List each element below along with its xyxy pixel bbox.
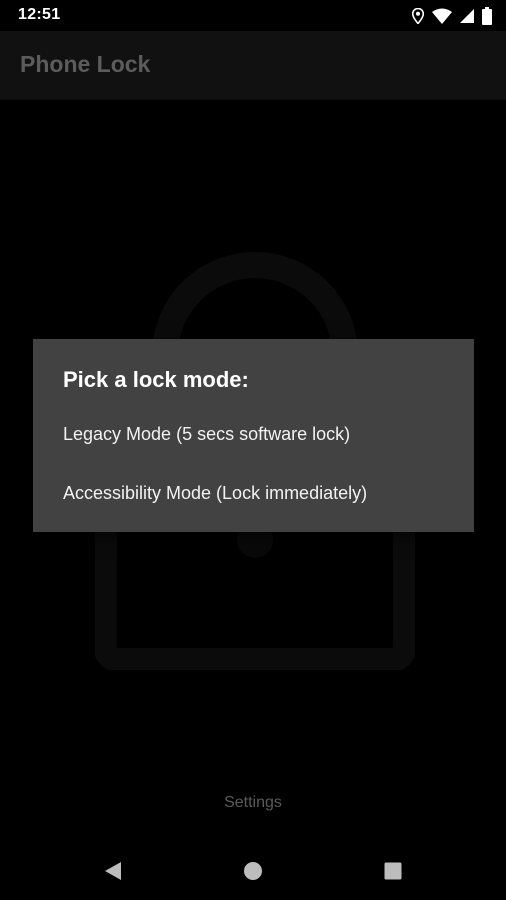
- recents-icon[interactable]: [381, 859, 405, 883]
- status-time: 12:51: [18, 6, 61, 23]
- location-icon: [412, 8, 424, 24]
- home-icon[interactable]: [241, 859, 265, 883]
- accessibility-mode-option[interactable]: Accessibility Mode (Lock immediately): [33, 465, 474, 523]
- accessibility-mode-label: Accessibility Mode (Lock immediately): [63, 483, 368, 503]
- legacy-mode-label: Legacy Mode (5 secs software lock): [63, 424, 351, 444]
- lock-mode-dialog: Pick a lock mode: Legacy Mode (5 secs so…: [33, 339, 474, 532]
- status-icons: [412, 6, 492, 26]
- navigation-bar: [0, 842, 506, 900]
- status-bar: 12:51: [0, 0, 506, 31]
- signal-icon: [460, 9, 474, 23]
- wifi-icon: [432, 8, 452, 24]
- back-icon[interactable]: [101, 859, 125, 883]
- app-title: Phone Lock: [20, 51, 151, 77]
- screen: 12:51 Phone Lock Pick a lock mode: Legac…: [0, 0, 506, 900]
- app-bar: Phone Lock: [0, 31, 506, 100]
- legacy-mode-option[interactable]: Legacy Mode (5 secs software lock): [33, 406, 474, 464]
- settings-button[interactable]: Settings: [0, 794, 506, 812]
- battery-icon: [482, 7, 492, 25]
- dialog-title: Pick a lock mode:: [63, 367, 249, 392]
